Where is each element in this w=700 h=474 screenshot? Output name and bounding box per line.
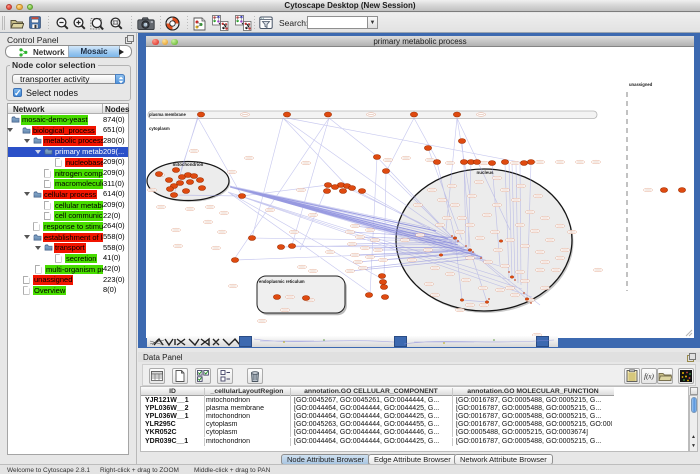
svg-text:nucleus: nucleus [476, 170, 494, 175]
svg-text:1:1: 1:1 [113, 21, 118, 25]
svg-text:unassigned: unassigned [629, 82, 653, 87]
svg-text:mitochondrion: mitochondrion [173, 162, 204, 167]
svg-text:endoplasmic reticulum: endoplasmic reticulum [259, 279, 305, 284]
svg-text:f(x): f(x) [644, 373, 654, 381]
svg-text:cytoplasm: cytoplasm [149, 126, 170, 131]
svg-text:plasma membrane: plasma membrane [149, 112, 186, 117]
